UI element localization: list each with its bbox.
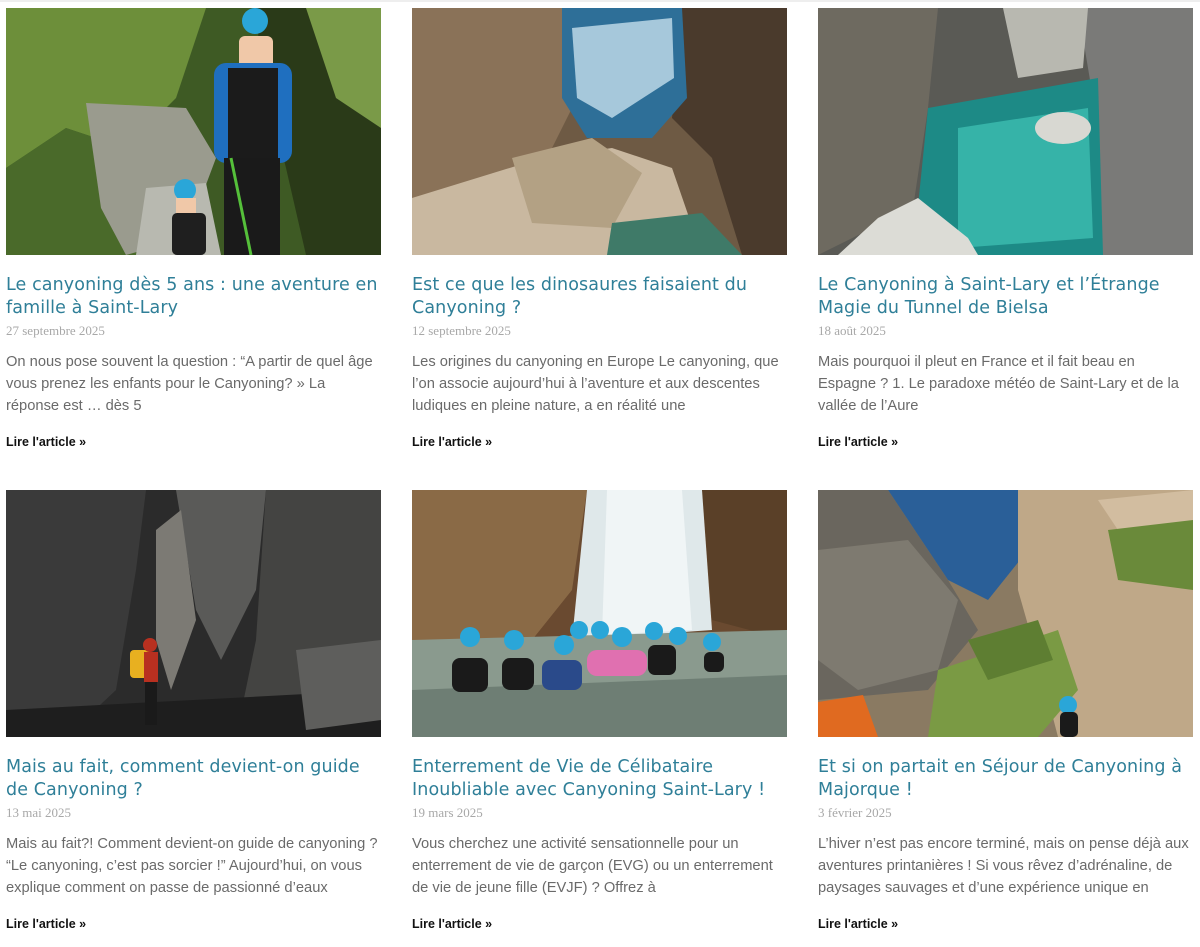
post-excerpt: L’hiver n’est pas encore terminé, mais o… [818,836,1189,896]
dark-canyon-photo [6,490,381,737]
post-title[interactable]: Et si on partait en Séjour de Canyoning … [818,756,1193,802]
post-date: 18 août 2025 [818,323,886,338]
post-title[interactable]: Le Canyoning à Saint-Lary et l’Étrange M… [818,274,1193,320]
group-waterfall-photo [412,490,787,737]
turquoise-gorge-photo [818,8,1193,255]
post-excerpt: Mais au fait?! Comment devient-on guide … [6,836,378,896]
post-date: 27 septembre 2025 [6,323,105,338]
top-divider [0,0,1200,2]
blog-card: Et si on partait en Séjour de Canyoning … [818,490,1193,931]
read-more-link[interactable]: Lire l'article » [818,435,1193,449]
blog-card: Enterrement de Vie de Célibataire Inoubl… [412,490,787,931]
post-date: 19 mars 2025 [412,805,483,820]
blog-card: Est ce que les dinosaures faisaient du C… [412,8,787,449]
post-thumbnail[interactable] [818,8,1193,255]
rock-pothole-photo [412,8,787,255]
post-title[interactable]: Enterrement de Vie de Célibataire Inoubl… [412,756,787,802]
post-excerpt: Vous cherchez une activité sensationnell… [412,836,773,896]
post-thumbnail[interactable] [6,490,381,737]
post-thumbnail[interactable] [818,490,1193,737]
kids-rappelling-photo [6,8,381,255]
post-excerpt: Mais pourquoi il pleut en France et il f… [818,354,1179,414]
read-more-link[interactable]: Lire l'article » [412,917,787,931]
post-title[interactable]: Le canyoning dès 5 ans : une aventure en… [6,274,381,320]
post-thumbnail[interactable] [6,8,381,255]
read-more-link[interactable]: Lire l'article » [818,917,1193,931]
post-title[interactable]: Est ce que les dinosaures faisaient du C… [412,274,787,320]
post-excerpt: On nous pose souvent la question : “A pa… [6,354,373,414]
read-more-link[interactable]: Lire l'article » [6,917,381,931]
read-more-link[interactable]: Lire l'article » [6,435,381,449]
post-date: 13 mai 2025 [6,805,71,820]
blog-card: Le canyoning dès 5 ans : une aventure en… [6,8,381,449]
read-more-link[interactable]: Lire l'article » [412,435,787,449]
post-date: 12 septembre 2025 [412,323,511,338]
blog-card: Le Canyoning à Saint-Lary et l’Étrange M… [818,8,1193,449]
post-title[interactable]: Mais au fait, comment devient-on guide d… [6,756,381,802]
post-thumbnail[interactable] [412,490,787,737]
post-excerpt: Les origines du canyoning en Europe Le c… [412,354,779,414]
post-thumbnail[interactable] [412,8,787,255]
majorca-cliffs-photo [818,490,1193,737]
post-date: 3 février 2025 [818,805,892,820]
blog-card: Mais au fait, comment devient-on guide d… [6,490,381,931]
